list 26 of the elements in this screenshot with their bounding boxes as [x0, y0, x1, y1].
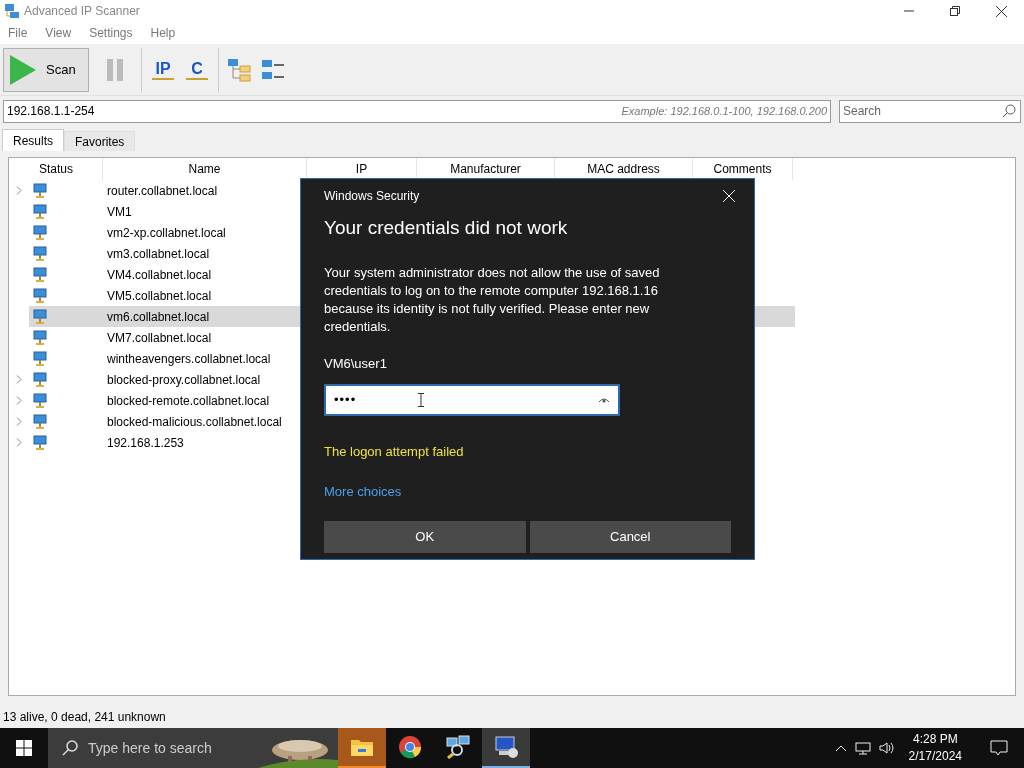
- dialog-title: Your credentials did not work: [324, 216, 569, 240]
- dialog-caption: Windows Security: [324, 188, 420, 205]
- username-label: VM6\user1: [324, 354, 388, 373]
- status-bar-text: 13 alive, 0 dead, 241 unknown: [2, 709, 167, 726]
- clock-date: 2/17/2024: [908, 748, 962, 765]
- table-cell-text: router.collabnet.local: [107, 182, 218, 200]
- table-cell-text: VM1: [107, 203, 132, 221]
- table-cell-text: blocked-proxy.collabnet.local: [107, 371, 261, 389]
- table-cell-text: blocked-remote.collabnet.local: [107, 392, 270, 410]
- table-cell-text: VM7.collabnet.local: [107, 329, 212, 347]
- dialog-message: Your system administrator does not allow the use of saved credentials to log on to the remote computer 192.168.1.16 because its identity is not fully verified. Please enter new credentials.: [324, 263, 661, 336]
- table-cell-text: VM4.collabnet.local: [107, 266, 212, 284]
- ip-range-value: 192.168.1.1-254: [7, 103, 95, 120]
- password-value: ••••: [334, 391, 357, 410]
- range-example-hint: Example: 192.168.0.1-100, 192.168.0.200: [621, 103, 827, 119]
- error-message: The logon attempt failed: [324, 443, 465, 461]
- table-cell-text: vm3.collabnet.local: [107, 245, 210, 263]
- window-title: Advanced IP Scanner: [24, 3, 140, 20]
- clock-time: 4:28 PM: [912, 731, 958, 748]
- table-cell-text: 192.168.1.253: [107, 434, 184, 452]
- search-placeholder: Type here to search: [88, 738, 212, 758]
- table-cell-text: wintheavengers.collabnet.local: [107, 350, 271, 368]
- table-cell-text: vm6.collabnet.local: [107, 308, 210, 326]
- table-cell-text: blocked-malicious.collabnet.local: [107, 413, 282, 431]
- table-cell-text: vm2-xp.collabnet.local: [107, 224, 226, 242]
- table-cell-text: VM5.collabnet.local: [107, 287, 212, 305]
